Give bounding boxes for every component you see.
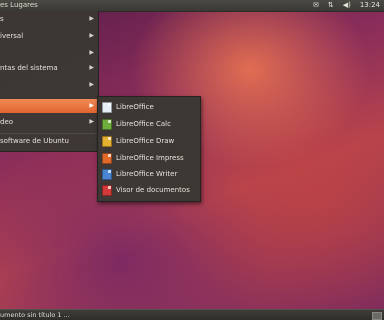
menu-item-5[interactable]: ▶ [0,78,98,92]
menu-item-label: iversal [0,32,24,40]
volume-icon[interactable]: ◀) [343,1,351,10]
clock[interactable]: 13:24 [360,1,380,10]
document-viewer-icon [102,184,112,196]
network-icon[interactable]: ⇅ [328,1,334,10]
libreoffice-impress-icon [102,152,112,164]
libreoffice-writer-icon [102,168,112,180]
submenu-item-label: LibreOffice Draw [116,137,175,145]
menu-item-label: software de Ubuntu [0,137,69,145]
menu-item-label: ntas del sistema [0,64,58,72]
submenu-arrow-icon: ▶ [89,102,94,109]
mail-icon[interactable]: ✉ [313,1,319,10]
menu-item-2[interactable]: iversal ▶ [0,29,98,43]
submenu-item-calc[interactable]: LibreOffice Calc [98,116,200,132]
submenu-arrow-icon: ▶ [89,49,94,56]
menu-item-office[interactable]: ▶ [0,99,98,113]
submenu-arrow-icon: ▶ [89,64,94,71]
menu-item-software-center[interactable]: software de Ubuntu [0,134,98,148]
submenu-item-label: LibreOffice Impress [116,154,184,162]
menu-item-video[interactable]: deo ▶ [0,115,98,129]
submenu-item-label: LibreOffice Writer [116,170,178,178]
submenu-item-label: LibreOffice [116,103,154,111]
submenu-item-draw[interactable]: LibreOffice Draw [98,133,200,149]
submenu-item-writer[interactable]: LibreOffice Writer [98,166,200,182]
show-desktop-button[interactable] [372,312,382,320]
submenu-item-document-viewer[interactable]: Visor de documentos [98,182,200,198]
bottom-taskbar: umento sin título 1 ... [0,309,384,320]
taskbar-window-button[interactable]: umento sin título 1 ... [0,310,76,320]
submenu-item-impress[interactable]: LibreOffice Impress [98,150,200,166]
menu-item-1[interactable]: s ▶ [0,12,98,26]
submenu-arrow-icon: ▶ [89,15,94,22]
libreoffice-calc-icon [102,118,112,130]
office-submenu: LibreOffice LibreOffice Calc LibreOffice… [97,96,201,202]
menu-item-4[interactable]: ntas del sistema ▶ [0,61,98,75]
submenu-arrow-icon: ▶ [89,81,94,88]
menu-item-label: deo [0,118,14,126]
submenu-item-label: LibreOffice Calc [116,120,171,128]
menu-item-3[interactable]: ▶ [0,46,98,60]
applications-menu: s ▶ iversal ▶ ▶ ntas del sistema ▶ ▶ ▶ d… [0,11,99,152]
libreoffice-draw-icon [102,135,112,147]
indicator-area: ✉ ⇅ ◀) 13:24 [313,1,380,10]
submenu-item-libreoffice[interactable]: LibreOffice [98,99,200,115]
submenu-item-label: Visor de documentos [116,186,190,194]
submenu-arrow-icon: ▶ [89,32,94,39]
top-panel-menus[interactable]: es Lugares [0,1,38,9]
libreoffice-icon [102,101,112,113]
menu-item-label: s [0,15,4,23]
submenu-arrow-icon: ▶ [89,118,94,125]
